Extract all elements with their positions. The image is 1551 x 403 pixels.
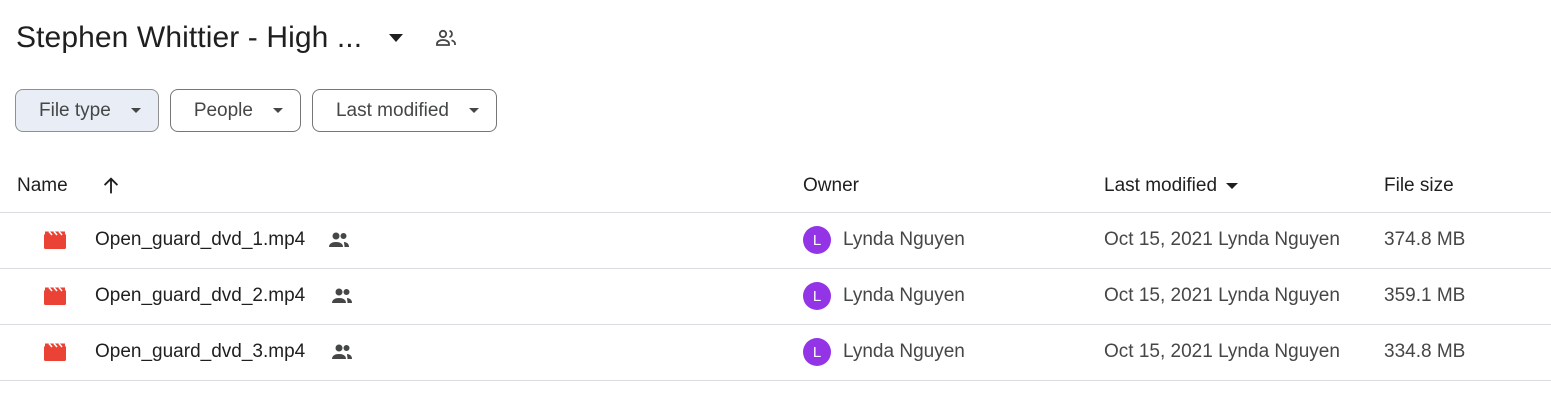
file-list-header: Name Owner Last modified File size [0, 160, 1551, 213]
avatar: L [803, 338, 831, 366]
chevron-down-icon [465, 107, 483, 114]
last-modified: Oct 15, 2021 Lynda Nguyen [1104, 285, 1340, 306]
avatar: L [803, 226, 831, 254]
column-header-file-size[interactable]: File size [1384, 160, 1454, 212]
sort-arrow-up-icon[interactable] [100, 160, 122, 212]
owner-name: Lynda Nguyen [843, 285, 965, 306]
owner-cell: L Lynda Nguyen [803, 212, 965, 268]
folder-menu-caret-icon[interactable] [384, 26, 408, 50]
shared-people-icon [330, 324, 354, 380]
owner-cell: L Lynda Nguyen [803, 268, 965, 324]
video-file-icon [43, 268, 67, 324]
video-file-icon [43, 324, 67, 380]
column-header-owner[interactable]: Owner [803, 160, 859, 212]
last-modified: Oct 15, 2021 Lynda Nguyen [1104, 229, 1340, 250]
avatar: L [803, 282, 831, 310]
video-file-icon [43, 212, 67, 268]
shared-people-icon [327, 212, 351, 268]
filter-chips: File type People Last modified [15, 89, 497, 132]
owner-name: Lynda Nguyen [843, 341, 965, 362]
file-size: 334.8 MB [1384, 341, 1466, 362]
owner-cell: L Lynda Nguyen [803, 324, 965, 380]
folder-title[interactable]: Stephen Whittier - High ... [16, 21, 362, 55]
owner-name: Lynda Nguyen [843, 229, 965, 250]
file-row[interactable]: Open_guard_dvd_3.mp4 L Lynda Nguyen Oct … [0, 324, 1551, 381]
last-modified: Oct 15, 2021 Lynda Nguyen [1104, 341, 1340, 362]
chevron-down-icon [269, 107, 287, 114]
shared-people-icon [330, 268, 354, 324]
file-row[interactable]: Open_guard_dvd_1.mp4 L Lynda Nguyen Oct … [0, 212, 1551, 269]
file-type-filter-button[interactable]: File type [15, 89, 159, 132]
file-name[interactable]: Open_guard_dvd_2.mp4 [95, 268, 305, 324]
file-name[interactable]: Open_guard_dvd_3.mp4 [95, 324, 305, 380]
people-filter-button[interactable]: People [169, 89, 301, 132]
sort-dropdown-icon [1225, 182, 1239, 190]
column-header-last-modified[interactable]: Last modified [1104, 160, 1239, 212]
file-type-filter-label: File type [39, 99, 111, 121]
folder-title-row: Stephen Whittier - High ... [16, 18, 458, 58]
file-row[interactable]: Open_guard_dvd_2.mp4 L Lynda Nguyen Oct … [0, 268, 1551, 325]
column-name-label: Name [17, 175, 68, 196]
column-last-modified-label: Last modified [1104, 175, 1218, 196]
file-size: 374.8 MB [1384, 229, 1466, 250]
last-modified-filter-label: Last modified [335, 99, 449, 121]
column-header-name[interactable]: Name [17, 160, 68, 212]
file-size: 359.1 MB [1384, 285, 1466, 306]
shared-folder-people-icon[interactable] [434, 26, 458, 50]
file-name[interactable]: Open_guard_dvd_1.mp4 [95, 212, 305, 268]
people-filter-label: People [193, 99, 253, 121]
last-modified-filter-button[interactable]: Last modified [311, 89, 497, 132]
column-file-size-label: File size [1384, 175, 1454, 196]
chevron-down-icon [127, 107, 145, 114]
column-owner-label: Owner [803, 175, 859, 196]
